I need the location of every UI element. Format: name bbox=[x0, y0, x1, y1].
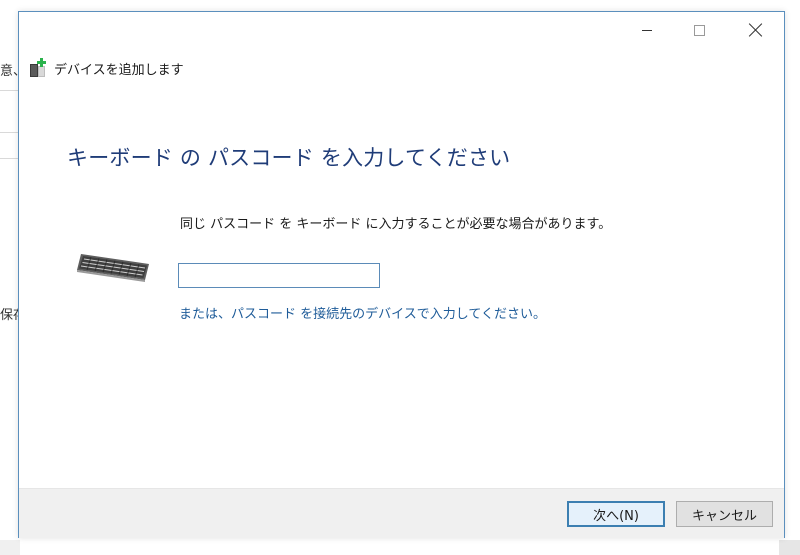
background-divider bbox=[0, 132, 20, 133]
passcode-input[interactable] bbox=[178, 263, 380, 288]
cancel-button[interactable]: キャンセル bbox=[676, 501, 773, 527]
background-edge-right bbox=[779, 540, 800, 555]
add-device-dialog: デバイスを追加します キーボード の パスコード を入力してください 同じ パス… bbox=[18, 11, 785, 538]
background-divider bbox=[0, 90, 20, 91]
alternate-passcode-link[interactable]: または、パスコード を接続先のデバイスで入力してください。 bbox=[179, 303, 546, 322]
page-heading: キーボード の パスコード を入力してください bbox=[67, 146, 511, 170]
keyboard-icon bbox=[77, 254, 149, 282]
background-text-mid: 保存 bbox=[0, 308, 20, 323]
background-divider bbox=[0, 158, 20, 159]
maximize-button[interactable] bbox=[676, 12, 722, 48]
dialog-title: デバイスを追加します bbox=[54, 63, 184, 78]
background-text-top: 意、/ bbox=[0, 64, 20, 79]
next-button[interactable]: 次へ(N) bbox=[567, 501, 665, 527]
minimize-icon bbox=[642, 29, 652, 31]
background-edge bbox=[0, 540, 20, 555]
close-button[interactable] bbox=[733, 12, 779, 48]
minimize-button[interactable] bbox=[624, 12, 670, 48]
add-device-icon bbox=[30, 58, 46, 77]
dialog-footer: 次へ(N) キャンセル bbox=[19, 488, 784, 538]
close-icon bbox=[749, 23, 763, 37]
background-window: 意、/ 保存 bbox=[0, 0, 20, 555]
instruction-text: 同じ パスコード を キーボード に入力することが必要な場合があります。 bbox=[180, 217, 612, 232]
maximize-icon bbox=[693, 24, 705, 36]
